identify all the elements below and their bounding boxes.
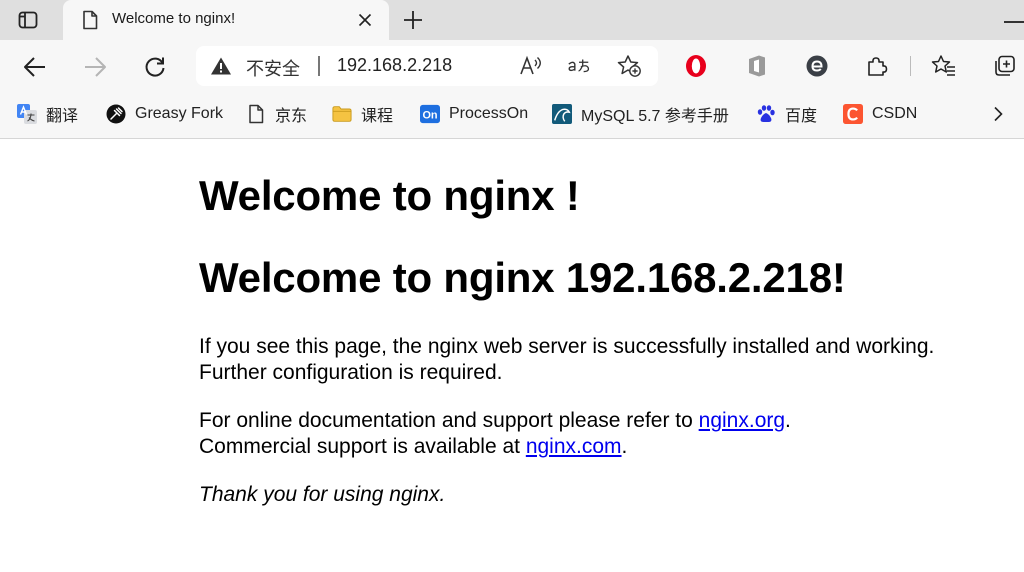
bookmark-label: CSDN [872,105,918,122]
page-heading-welcome-ip: Welcome to nginx 192.168.2.218! [199,254,846,301]
bookmark-label: 京东 [275,108,308,125]
paragraph-thanks: Thank you for using nginx. [199,483,446,506]
refresh-icon [145,57,165,77]
tab-close-button[interactable] [353,8,377,32]
paragraph-documentation: For online documentation and support ple… [199,408,959,460]
nginx-com-link[interactable]: nginx.com [526,435,622,458]
google-translate-icon [17,104,37,124]
doc-text: For online documentation and support ple… [199,409,699,432]
bookmark-label: Greasy Fork [135,105,224,122]
tab-actions-button[interactable] [8,6,48,34]
bookmark-label: 翻译 [46,108,79,125]
bookmark-label: MySQL 5.7 参考手册 [581,108,729,125]
bookmark-baidu[interactable]: 百度 [756,102,817,126]
arrow-right-icon [85,57,106,77]
office-extension-button[interactable] [741,50,773,82]
window-minimize-edge[interactable] [1004,10,1024,23]
tab-active[interactable]: Welcome to nginx! [63,0,389,40]
url-text[interactable]: 192.168.2.218 [337,55,452,76]
back-button[interactable] [18,50,52,84]
bookmark-processon[interactable]: On ProcessOn [420,102,528,126]
collections-button[interactable] [990,50,1022,82]
extension-circle-icon [806,55,828,77]
tab-strip: Welcome to nginx! [0,0,1024,40]
period: . [621,435,628,458]
bookmark-folder-courses[interactable]: 课程 [332,102,393,126]
svg-text:On: On [422,110,437,122]
bookmarks-bar: 翻译 Greasy Fork 京东 课程 On ProcessOn MySQL … [0,92,1024,139]
address-separator [318,56,320,76]
toolbar-divider [910,56,911,76]
bookmark-csdn[interactable]: CSDN [843,102,917,126]
opera-icon [686,55,706,77]
read-aloud-icon [520,55,541,75]
read-aloud-button[interactable] [518,54,544,78]
bookmark-label: 课程 [361,108,394,125]
forward-button[interactable] [78,50,112,84]
bookmark-label: ProcessOn [449,105,529,122]
nginx-org-link[interactable]: nginx.org [699,409,785,432]
translate-button[interactable] [566,54,592,78]
collections-icon [995,55,1015,76]
extensions-button[interactable] [861,50,893,82]
arrow-left-icon [24,57,45,77]
security-label[interactable]: 不安全 [246,55,300,81]
refresh-button[interactable] [138,50,172,84]
opera-extension-button[interactable] [680,50,712,82]
bookmark-mysql[interactable]: MySQL 5.7 参考手册 [552,102,729,126]
page-icon [246,104,266,124]
puzzle-icon [868,57,888,76]
favorites-icon [931,55,955,76]
bookmark-greasy-fork[interactable]: Greasy Fork [106,102,223,126]
plus-icon [404,11,422,29]
warning-icon[interactable] [210,56,232,76]
bookmarks-overflow-button[interactable] [986,102,1010,126]
processon-icon: On [420,104,440,124]
folder-icon [332,104,352,124]
close-icon [358,13,372,27]
bookmark-jd[interactable]: 京东 [246,102,307,126]
address-bar[interactable]: 不安全 192.168.2.218 [196,46,658,86]
add-favorite-button[interactable] [616,54,642,78]
baidu-paw-icon [756,104,776,124]
csdn-icon [843,104,863,124]
paragraph-installed: If you see this page, the nginx web serv… [199,335,935,384]
translate-icon [568,59,590,73]
ublock-extension-button[interactable] [801,50,833,82]
toolbar: 不安全 192.168.2.218 [0,40,1024,92]
bookmark-translate[interactable]: 翻译 [17,102,78,126]
office-icon [749,55,765,77]
bookmark-label: 百度 [785,108,818,125]
tab-title: Welcome to nginx! [112,10,236,27]
chevron-right-icon [994,106,1003,122]
star-add-icon [617,55,641,77]
commercial-text: Commercial support is available at [199,435,526,458]
mysql-icon [552,104,572,124]
page-heading-welcome: Welcome to nginx ! [199,172,580,219]
favorites-button[interactable] [928,50,960,82]
new-tab-button[interactable] [397,5,429,35]
page-icon [79,9,101,31]
tab-actions-icon [18,11,38,29]
greasy-fork-icon [106,104,126,124]
period: . [785,409,791,432]
